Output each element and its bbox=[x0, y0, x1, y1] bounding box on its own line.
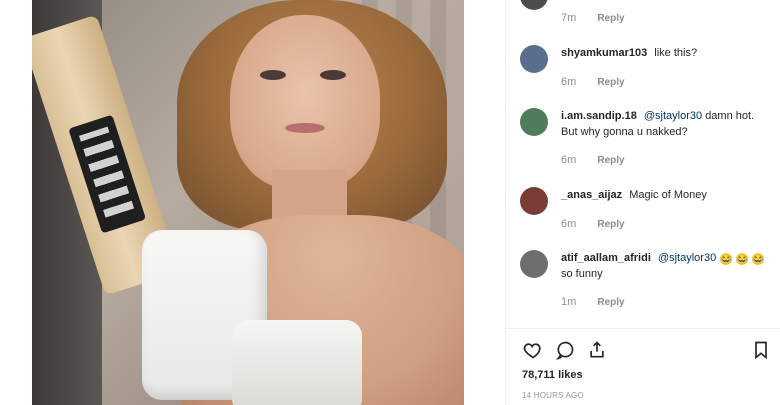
comment-time: 1m bbox=[561, 296, 577, 308]
photo-face bbox=[230, 15, 380, 190]
avatar[interactable] bbox=[520, 0, 548, 10]
comment-username[interactable]: shyamkumar103 bbox=[561, 47, 647, 59]
comment-meta: 7m Reply bbox=[561, 12, 625, 24]
bat-logo bbox=[68, 114, 147, 234]
avatar[interactable] bbox=[520, 45, 548, 73]
comment-icon[interactable] bbox=[554, 340, 576, 362]
comment-time: 6m bbox=[561, 76, 577, 88]
laughing-emoji-icon: 😂 bbox=[736, 253, 749, 265]
photo-mouth bbox=[285, 123, 325, 133]
avatar[interactable] bbox=[520, 187, 548, 215]
reply-button[interactable]: Reply bbox=[597, 13, 624, 24]
comment-username[interactable]: atif_aallam_afridi bbox=[561, 252, 651, 264]
comment-username[interactable]: _anas_aijaz bbox=[561, 189, 622, 201]
comment-time: 6m bbox=[561, 218, 577, 230]
reply-button[interactable]: Reply bbox=[597, 77, 624, 88]
reply-button[interactable]: Reply bbox=[597, 155, 624, 166]
likes-count[interactable]: 78,711 likes bbox=[522, 369, 583, 381]
comment-meta: 6m Reply bbox=[561, 76, 625, 88]
avatar[interactable] bbox=[520, 250, 548, 278]
comment-body: _anas_aijaz Magic of Money bbox=[561, 187, 771, 203]
reply-button[interactable]: Reply bbox=[597, 219, 624, 230]
laughing-emoji-icon: 😂 bbox=[752, 253, 765, 265]
comment-body: i.am.sandip.18 @sjtaylor30 damn hot. But… bbox=[561, 108, 771, 140]
comment-mention[interactable]: @sjtaylor30 bbox=[644, 110, 702, 122]
comment-meta: 6m Reply bbox=[561, 154, 625, 166]
share-icon[interactable] bbox=[586, 340, 608, 362]
comment-text: like this? bbox=[654, 47, 698, 59]
post-photo-panel bbox=[0, 0, 505, 405]
bookmark-icon[interactable] bbox=[750, 340, 772, 362]
comment-username[interactable]: i.am.sandip.18 bbox=[561, 110, 637, 122]
panel-divider bbox=[506, 328, 780, 329]
comment-text: so funny bbox=[561, 268, 603, 280]
comments-panel: 7m Reply shyamkumar103 like this? 6m Rep… bbox=[505, 0, 780, 405]
comment-mention[interactable]: @sjtaylor30 bbox=[658, 252, 716, 264]
comment-time: 6m bbox=[561, 154, 577, 166]
comment-meta: 1m Reply bbox=[561, 296, 625, 308]
heart-icon[interactable] bbox=[522, 340, 544, 362]
avatar[interactable] bbox=[520, 108, 548, 136]
photo-eye-right bbox=[320, 70, 346, 80]
comment-meta: 6m Reply bbox=[561, 218, 625, 230]
comment-body: atif_aallam_afridi @sjtaylor30 😂 😂 😂 so … bbox=[561, 250, 771, 282]
photo-eye-left bbox=[260, 70, 286, 80]
post-actions bbox=[522, 340, 772, 362]
comment-time: 7m bbox=[561, 12, 577, 24]
post-photo bbox=[32, 0, 464, 405]
reply-button[interactable]: Reply bbox=[597, 297, 624, 308]
laughing-emoji-icon: 😂 bbox=[720, 253, 733, 265]
batting-glove-right bbox=[232, 320, 362, 405]
comment-body: shyamkumar103 like this? bbox=[561, 45, 771, 61]
post-timestamp: 14 HOURS AGO bbox=[522, 391, 584, 400]
comment-text: Magic of Money bbox=[629, 189, 707, 201]
